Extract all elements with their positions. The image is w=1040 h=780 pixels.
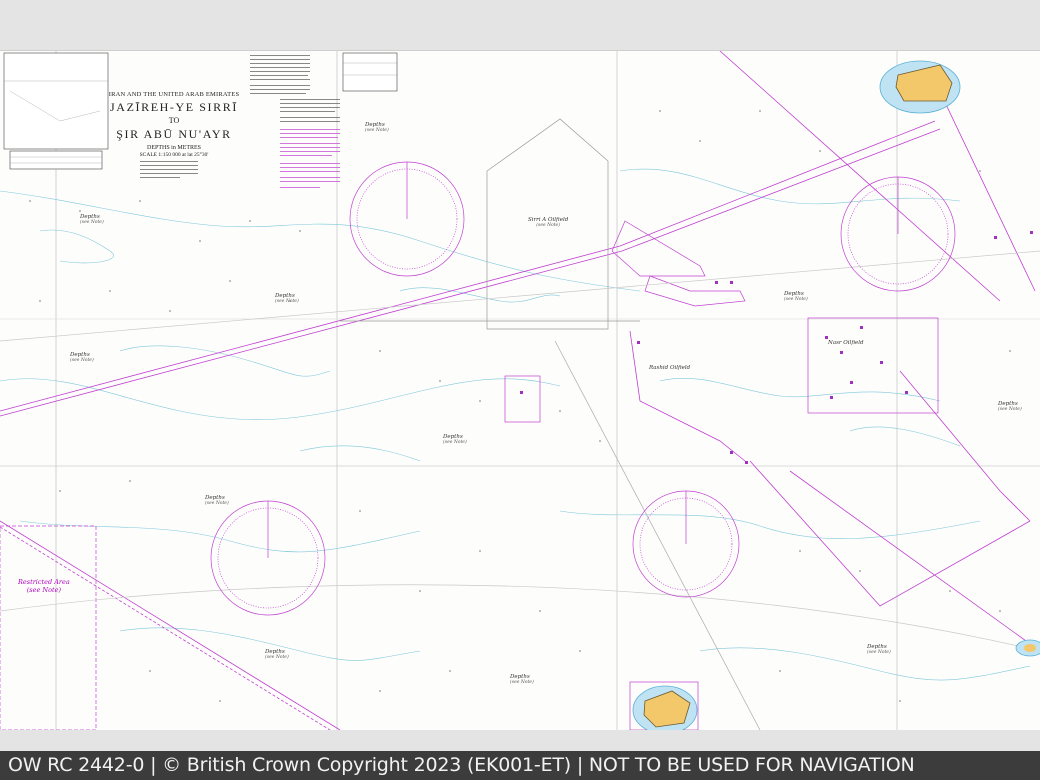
area-label-sirri-oilfield: Sirri A Oilfield (see Note) xyxy=(528,217,569,228)
area-label-depths-s: Depths (see Note) xyxy=(265,649,289,660)
chart-title-block: IRAN AND THE UNITED ARAB EMIRATES JAZĪRE… xyxy=(104,91,244,158)
platforms xyxy=(520,231,1033,464)
area-label-depths-w: Depths (see Note) xyxy=(70,352,94,363)
area-label-depths-nw: Depths (see Note) xyxy=(80,214,104,225)
area-label-nasr-oilfield: Nasr Oilfield xyxy=(828,340,864,346)
boundaries xyxy=(0,118,1040,730)
title-main: JAZĪREH-YE SIRRĪ xyxy=(110,100,238,114)
area-label-depths-c: Depths (see Note) xyxy=(443,434,467,445)
depths-note: DEPTHS in METRES xyxy=(146,145,201,151)
area-label-depths-mid: Depths (see Note) xyxy=(275,293,299,304)
title-region: IRAN AND THE UNITED ARAB EMIRATES xyxy=(108,91,240,98)
area-label-rashid-oilfield: Rashid Oilfield xyxy=(649,365,691,371)
area-label-depths-ne: Depths (see Note) xyxy=(784,291,808,302)
depth-contours xyxy=(0,168,1031,681)
area-label-depths-sw: Depths (see Note) xyxy=(205,495,229,506)
restricted-line2: (see Note) xyxy=(26,586,61,594)
title-to: TO xyxy=(168,116,180,125)
title-end: ŞIR ABŪ NU'AYR xyxy=(116,127,232,141)
islands xyxy=(632,60,1040,730)
area-label-depths-bottom: Depths (see Note) xyxy=(510,674,534,685)
copyright-footer: OW RC 2442-0 | © British Crown Copyright… xyxy=(0,751,1040,780)
scale-note: SCALE 1:150 000 at lat 25°30' xyxy=(139,152,209,158)
viewer-bottom-band xyxy=(0,730,1040,751)
area-label-depths-se: Depths (see Note) xyxy=(867,644,891,655)
area-label-depths-n: Depths (see Note) xyxy=(365,122,389,133)
nautical-chart-sheet[interactable]: IRAN AND THE UNITED ARAB EMIRATES JAZĪRE… xyxy=(0,51,1040,730)
area-label-depths-e: Depths (see Note) xyxy=(998,401,1022,412)
soundings xyxy=(29,110,1011,702)
restricted-line1: Restricted Area xyxy=(18,578,70,586)
viewer-top-band xyxy=(0,0,1040,51)
compass-roses xyxy=(210,161,956,616)
restricted-area-label: Restricted Area (see Note) xyxy=(18,578,70,594)
